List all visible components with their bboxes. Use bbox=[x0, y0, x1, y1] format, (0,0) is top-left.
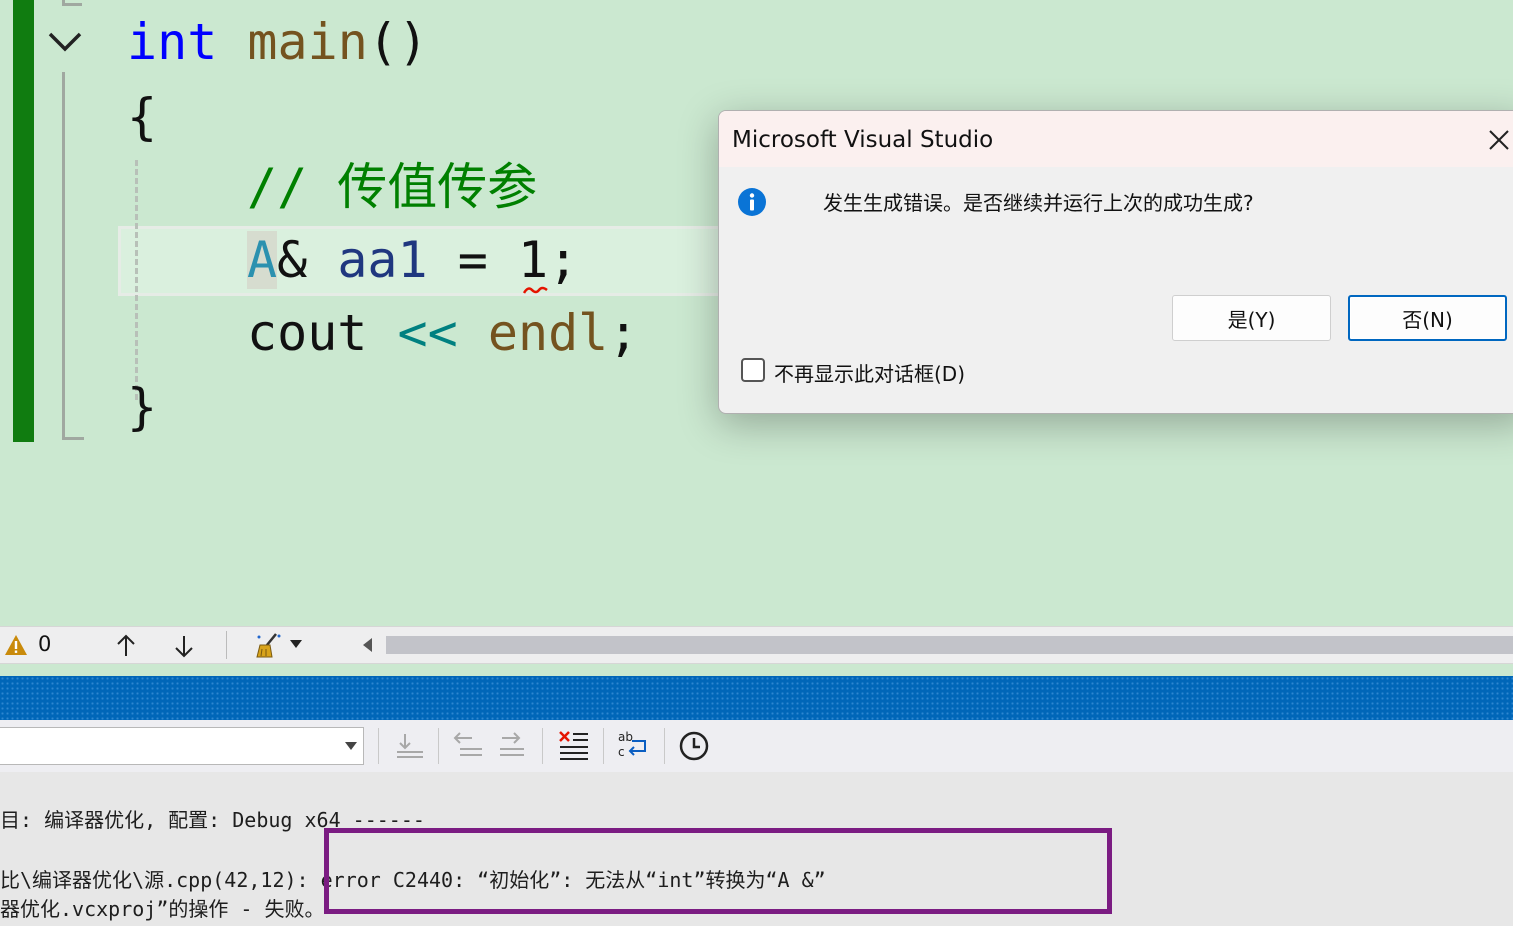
clock-icon[interactable] bbox=[678, 730, 710, 762]
svg-text:c: c bbox=[618, 745, 625, 759]
dialog-title: Microsoft Visual Studio bbox=[732, 127, 994, 153]
next-message-icon[interactable] bbox=[498, 730, 530, 760]
word-wrap-icon[interactable]: ab c bbox=[616, 729, 650, 761]
message-dialog: Microsoft Visual Studio 发生生成错误。是否继续并运行上次… bbox=[718, 110, 1513, 414]
cleanup-brush-icon[interactable] bbox=[254, 631, 284, 659]
dont-show-again-checkbox[interactable] bbox=[741, 358, 765, 382]
error-squiggle bbox=[523, 286, 548, 294]
warning-icon[interactable] bbox=[4, 634, 28, 656]
type-name: A bbox=[247, 231, 278, 289]
code-line-2[interactable]: { bbox=[127, 87, 157, 147]
cout-identifier: cout bbox=[247, 304, 368, 362]
stream-operator: << bbox=[397, 304, 458, 362]
code-line-4[interactable]: A& aa1 = 1; bbox=[247, 230, 578, 290]
output-line: 器优化.vcxproj”的操作 - 失败。 bbox=[0, 897, 325, 921]
fold-guide-top bbox=[62, 0, 82, 6]
indent-guide bbox=[135, 160, 138, 400]
dont-show-again-label[interactable]: 不再显示此对话框(D) bbox=[774, 358, 965, 387]
variable-name: aa1 bbox=[337, 231, 428, 289]
arrow-down-icon[interactable] bbox=[172, 633, 196, 659]
code-comment[interactable]: // 传值传参 bbox=[247, 157, 537, 217]
svg-text:ab: ab bbox=[618, 730, 633, 744]
fold-guide-end bbox=[62, 437, 84, 440]
close-icon[interactable] bbox=[1484, 125, 1513, 155]
horizontal-scrollbar[interactable] bbox=[386, 636, 1513, 654]
find-message-icon[interactable] bbox=[394, 730, 426, 760]
arrow-up-icon[interactable] bbox=[114, 633, 138, 659]
dropdown-arrow-icon[interactable] bbox=[289, 639, 303, 649]
endl-identifier: endl bbox=[487, 304, 609, 362]
clear-all-icon[interactable] bbox=[557, 729, 591, 761]
fold-guide-line bbox=[62, 72, 65, 440]
dialog-message: 发生生成错误。是否继续并运行上次的成功生成? bbox=[823, 191, 1254, 215]
function-name: main bbox=[247, 13, 368, 71]
separator bbox=[438, 728, 439, 764]
no-button[interactable]: 否(N) bbox=[1348, 295, 1507, 341]
change-tracking-bar bbox=[13, 0, 34, 442]
assign-op: = bbox=[457, 231, 488, 289]
previous-message-icon[interactable] bbox=[452, 730, 484, 760]
yes-button[interactable]: 是(Y) bbox=[1172, 295, 1331, 341]
number-literal: 1 bbox=[517, 231, 549, 289]
scroll-left-icon[interactable] bbox=[360, 636, 376, 654]
parens: () bbox=[367, 13, 429, 71]
info-icon bbox=[738, 188, 766, 216]
ampersand: & bbox=[277, 231, 308, 289]
separator bbox=[542, 728, 543, 764]
error-highlight-box bbox=[324, 828, 1112, 914]
separator bbox=[603, 728, 604, 764]
code-line-5[interactable]: cout << endl; bbox=[247, 303, 638, 363]
editor-status-bar: 0 bbox=[0, 626, 1513, 664]
dialog-titlebar[interactable]: Microsoft Visual Studio bbox=[719, 111, 1513, 167]
semicolon: ; bbox=[548, 231, 579, 289]
code-line-1[interactable]: int main() bbox=[127, 12, 428, 72]
chevron-down-icon bbox=[345, 742, 357, 750]
collapse-chevron-icon[interactable] bbox=[46, 22, 84, 60]
code-line-6[interactable]: } bbox=[127, 377, 157, 437]
separator bbox=[378, 728, 379, 764]
keyword-int: int bbox=[127, 13, 218, 71]
warning-count[interactable]: 0 bbox=[38, 632, 51, 656]
output-panel-titlebar[interactable] bbox=[0, 676, 1513, 720]
semicolon: ; bbox=[608, 304, 639, 362]
separator bbox=[226, 631, 227, 659]
separator bbox=[664, 728, 665, 764]
output-source-dropdown[interactable] bbox=[0, 727, 364, 765]
